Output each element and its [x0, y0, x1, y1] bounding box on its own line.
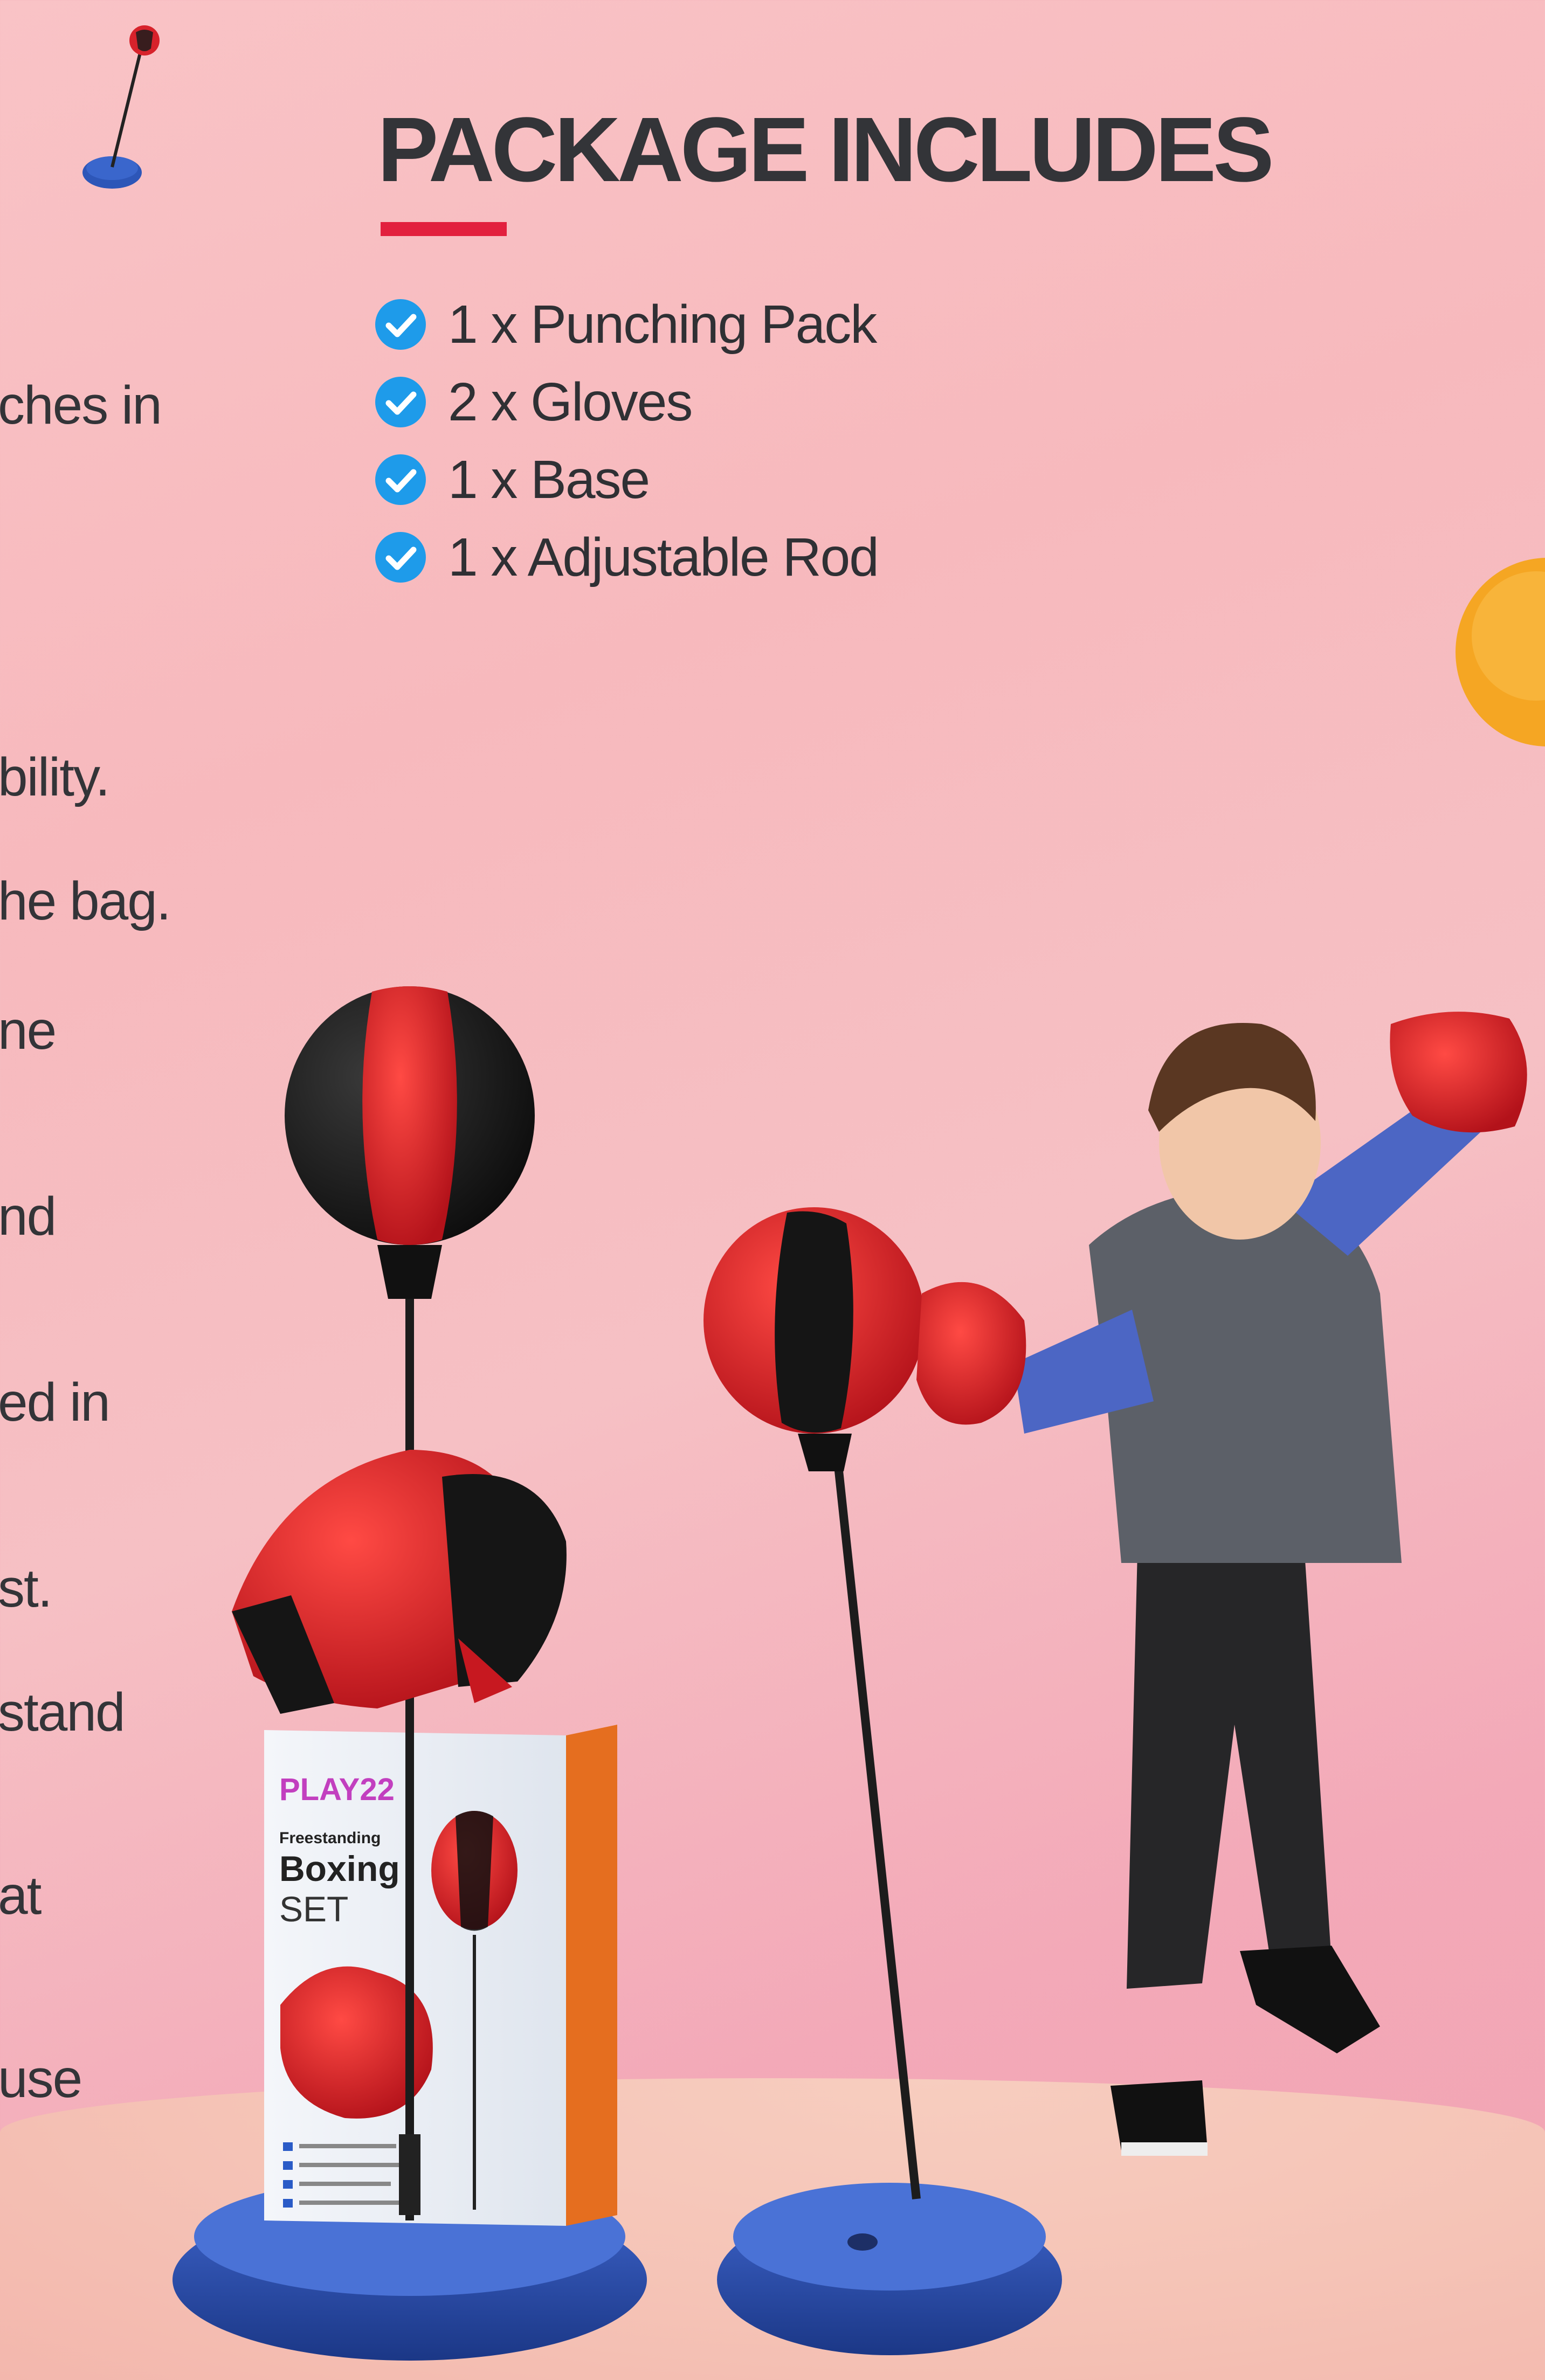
box-line2: Boxing [279, 1849, 400, 1888]
product-scene-image: PLAY22 Freestanding Boxing SET [173, 986, 1527, 2361]
box-brand: PLAY22 [279, 1772, 395, 1807]
box-line3: SET [279, 1889, 348, 1929]
product-box: PLAY22 Freestanding Boxing SET [264, 1725, 617, 2226]
boxing-gloves [232, 1450, 567, 1714]
child-boxer [916, 1012, 1527, 2156]
box-line1: Freestanding [279, 1829, 381, 1847]
